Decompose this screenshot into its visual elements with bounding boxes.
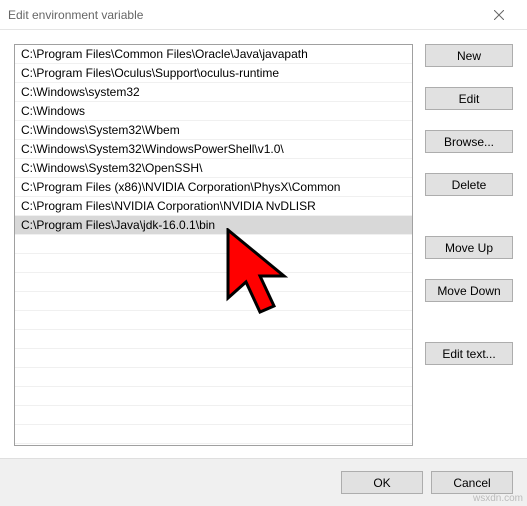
list-item-empty [15, 235, 412, 254]
list-item[interactable]: C:\Program Files\Common Files\Oracle\Jav… [15, 45, 412, 64]
list-item-empty [15, 273, 412, 292]
close-button[interactable] [479, 0, 519, 30]
move-down-button[interactable]: Move Down [425, 279, 513, 302]
list-item[interactable]: C:\Windows [15, 102, 412, 121]
move-up-button[interactable]: Move Up [425, 236, 513, 259]
dialog-footer: OK Cancel [0, 458, 527, 506]
list-item[interactable]: C:\Windows\system32 [15, 83, 412, 102]
close-icon [494, 10, 504, 20]
list-item-empty [15, 349, 412, 368]
list-item-empty [15, 425, 412, 444]
list-item-empty [15, 368, 412, 387]
list-item-empty [15, 254, 412, 273]
dialog-content: C:\Program Files\Common Files\Oracle\Jav… [0, 30, 527, 446]
side-button-column: New Edit Browse... Delete Move Up Move D… [425, 44, 513, 446]
watermark: wsxdn.com [473, 493, 523, 504]
edit-button[interactable]: Edit [425, 87, 513, 110]
titlebar: Edit environment variable [0, 0, 527, 30]
list-item[interactable]: C:\Program Files\Oculus\Support\oculus-r… [15, 64, 412, 83]
list-item-empty [15, 406, 412, 425]
list-item[interactable]: C:\Program Files (x86)\NVIDIA Corporatio… [15, 178, 412, 197]
browse-button[interactable]: Browse... [425, 130, 513, 153]
window-title: Edit environment variable [8, 8, 479, 22]
list-item-empty [15, 292, 412, 311]
edit-text-button[interactable]: Edit text... [425, 342, 513, 365]
list-item[interactable]: C:\Windows\System32\OpenSSH\ [15, 159, 412, 178]
list-item-empty [15, 330, 412, 349]
delete-button[interactable]: Delete [425, 173, 513, 196]
new-button[interactable]: New [425, 44, 513, 67]
list-item-empty [15, 311, 412, 330]
cancel-button[interactable]: Cancel [431, 471, 513, 494]
list-item[interactable]: C:\Windows\System32\WindowsPowerShell\v1… [15, 140, 412, 159]
list-item-empty [15, 387, 412, 406]
ok-button[interactable]: OK [341, 471, 423, 494]
list-item[interactable]: C:\Program Files\Java\jdk-16.0.1\bin [15, 216, 412, 235]
list-item[interactable]: C:\Program Files\NVIDIA Corporation\NVID… [15, 197, 412, 216]
path-listbox[interactable]: C:\Program Files\Common Files\Oracle\Jav… [14, 44, 413, 446]
list-item[interactable]: C:\Windows\System32\Wbem [15, 121, 412, 140]
